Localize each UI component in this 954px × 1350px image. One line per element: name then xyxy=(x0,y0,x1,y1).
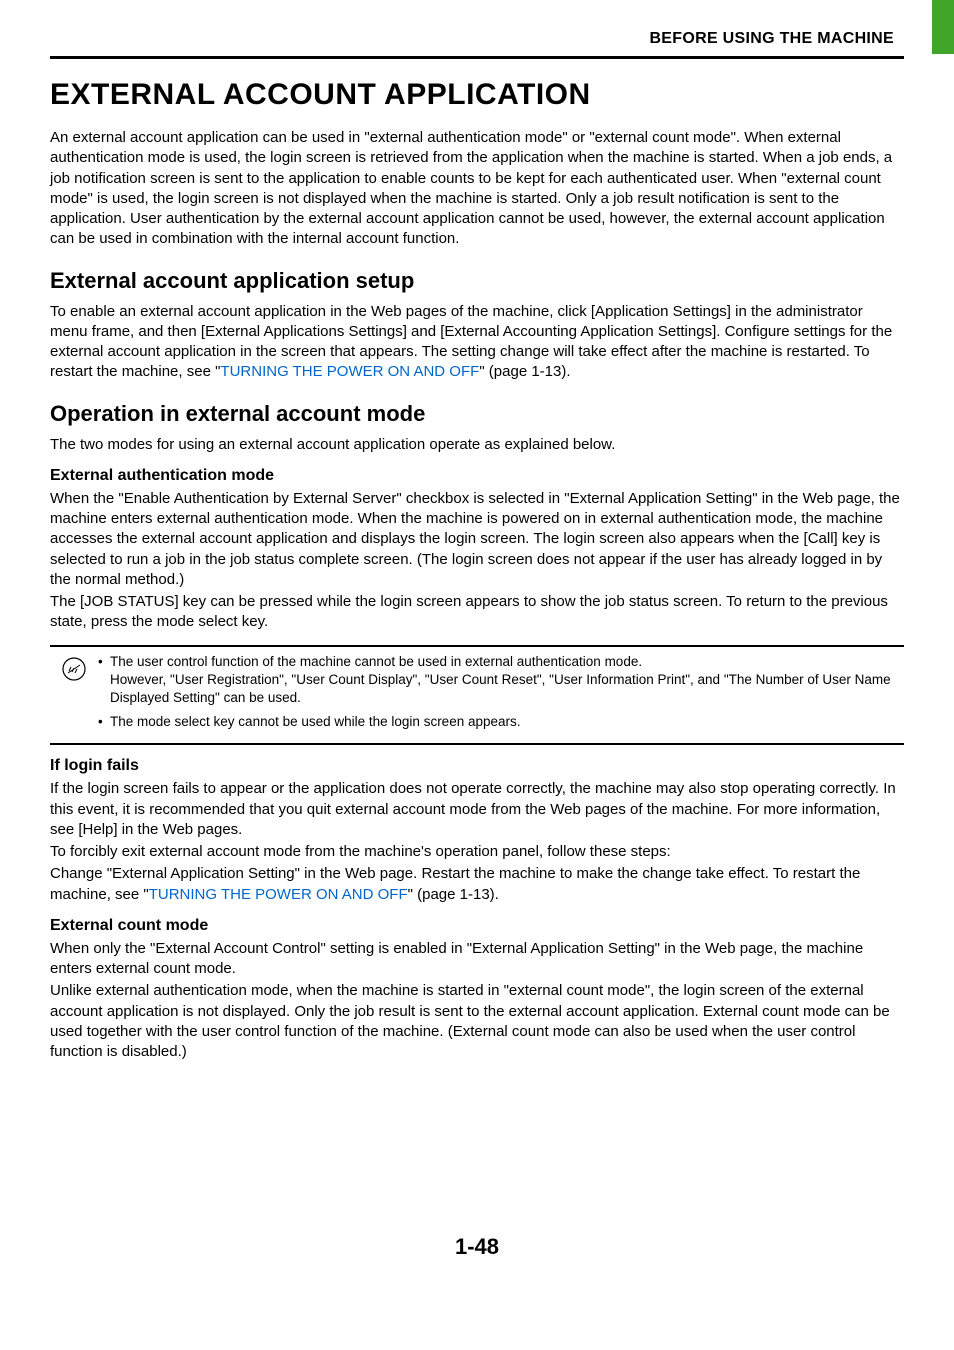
section-setup-body: To enable an external account applicatio… xyxy=(50,302,904,383)
sub-ext-auth-p1: When the "Enable Authentication by Exter… xyxy=(50,489,904,590)
sub-login-fails-heading: If login fails xyxy=(50,757,904,775)
note-item-1: • The user control function of the machi… xyxy=(98,653,904,708)
page-number: 1-48 xyxy=(0,1234,954,1260)
link-power-on-off-1[interactable]: TURNING THE POWER ON AND OFF xyxy=(220,363,479,380)
note-item-2: • The mode select key cannot be used whi… xyxy=(98,713,904,731)
sub-ext-count-heading: External count mode xyxy=(50,917,904,935)
section-operation-heading: Operation in external account mode xyxy=(50,401,904,427)
section-setup-heading: External account application setup xyxy=(50,268,904,294)
sub-login-fails-p3-post: " (page 1-13). xyxy=(408,886,499,903)
sub-ext-auth-p2: The [JOB STATUS] key can be pressed whil… xyxy=(50,592,904,633)
bullet-icon: • xyxy=(98,653,110,708)
chapter-title: BEFORE USING THE MACHINE xyxy=(0,30,954,48)
note-block: • The user control function of the machi… xyxy=(50,645,904,746)
sub-ext-auth-heading: External authentication mode xyxy=(50,467,904,485)
page-title: EXTERNAL ACCOUNT APPLICATION xyxy=(50,78,904,112)
note-icon-wrap xyxy=(50,653,98,738)
note-item-1-text: The user control function of the machine… xyxy=(110,653,904,708)
sub-login-fails-p3: Change "External Application Setting" in… xyxy=(50,864,904,905)
intro-paragraph: An external account application can be u… xyxy=(50,128,904,250)
page-header: BEFORE USING THE MACHINE xyxy=(0,30,954,59)
bullet-icon: • xyxy=(98,713,110,731)
note-bottom-rule xyxy=(50,743,904,745)
sub-ext-count-p2: Unlike external authentication mode, whe… xyxy=(50,981,904,1062)
note-item-2-text: The mode select key cannot be used while… xyxy=(110,713,904,731)
sub-ext-count-p1: When only the "External Account Control"… xyxy=(50,939,904,980)
section-operation-intro: The two modes for using an external acco… xyxy=(50,435,904,455)
link-power-on-off-2[interactable]: TURNING THE POWER ON AND OFF xyxy=(149,886,408,903)
page-content: EXTERNAL ACCOUNT APPLICATION An external… xyxy=(0,0,954,1062)
note-icon xyxy=(62,657,86,681)
sub-login-fails-p1: If the login screen fails to appear or t… xyxy=(50,779,904,840)
section-setup-post: " (page 1-13). xyxy=(479,363,570,380)
header-rule xyxy=(50,56,904,59)
sub-login-fails-p2: To forcibly exit external account mode f… xyxy=(50,842,904,862)
